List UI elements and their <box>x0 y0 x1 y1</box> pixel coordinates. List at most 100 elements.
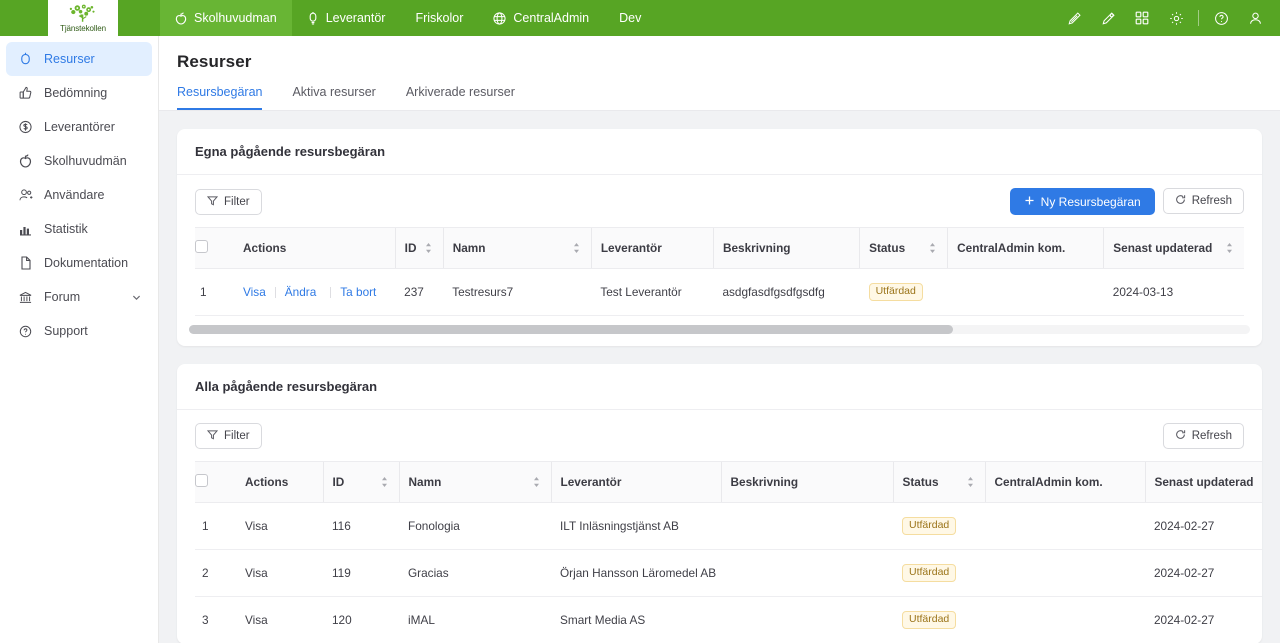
sort-icon[interactable] <box>928 242 937 254</box>
edit-link[interactable]: Ändra <box>285 285 316 299</box>
col-id[interactable]: ID <box>322 461 399 503</box>
topbar-tools <box>1057 0 1280 36</box>
col-label: ID <box>332 475 345 489</box>
table-row[interactable]: 3 Visa 120 iMAL Smart Media AS Utfärdad <box>195 596 1262 643</box>
nav-item-skolhuvudman[interactable]: Skolhuvudman <box>160 0 292 36</box>
col-senast-updaterad[interactable]: Senast updaterad <box>1144 461 1262 503</box>
nav-item-friskolor[interactable]: Friskolor <box>400 0 478 36</box>
sidebar-item-bedomning[interactable]: Bedömning <box>6 76 152 110</box>
filter-button[interactable]: Filter <box>195 423 262 449</box>
sort-icon[interactable] <box>966 476 975 488</box>
row-updaterad: 2024-03-13 <box>1103 268 1244 316</box>
pen-icon[interactable] <box>1057 0 1091 36</box>
view-link[interactable]: Visa <box>245 549 323 597</box>
col-centraladmin-kom: CentralAdmin kom. <box>947 227 1104 269</box>
filter-label: Filter <box>224 430 250 442</box>
sort-icon[interactable] <box>1260 476 1262 488</box>
delete-link[interactable]: Ta bort <box>340 285 376 299</box>
nav-label: Leverantör <box>325 11 386 25</box>
view-link[interactable]: Visa <box>245 596 323 643</box>
resource-icon <box>18 52 33 66</box>
view-link[interactable]: Visa <box>245 502 323 550</box>
sidebar-item-leverantorer[interactable]: Leverantörer <box>6 110 152 144</box>
col-senast-updaterad[interactable]: Senast updaterad <box>1103 227 1244 269</box>
tab-arkiverade-resurser[interactable]: Arkiverade resurser <box>406 85 515 110</box>
row-id: 119 <box>323 549 399 597</box>
col-status[interactable]: Status <box>859 227 948 269</box>
col-label: Beskrivning <box>730 475 799 489</box>
nav-item-leverantor[interactable]: Leverantör <box>292 0 401 36</box>
scrollbar-thumb[interactable] <box>189 325 953 334</box>
col-id[interactable]: ID <box>394 227 444 269</box>
sidebar-item-skolhuvudman[interactable]: Skolhuvudmän <box>6 144 152 178</box>
help-icon[interactable] <box>1204 0 1238 36</box>
nav-item-centraladmin[interactable]: CentralAdmin <box>478 0 604 36</box>
table-row[interactable]: 1 Visa Ändra Ta bort 237 Testresurs7 Tes… <box>195 268 1244 316</box>
row-centraladmin <box>985 596 1145 643</box>
col-label: CentralAdmin kom. <box>994 475 1103 489</box>
col-status[interactable]: Status <box>892 461 985 503</box>
sort-icon[interactable] <box>424 242 433 254</box>
sidebar-item-forum[interactable]: Forum <box>6 280 152 314</box>
action-divider <box>330 286 332 298</box>
pen-alt-icon[interactable] <box>1091 0 1125 36</box>
nav-item-dev[interactable]: Dev <box>604 0 656 36</box>
sidebar-item-support[interactable]: Support <box>6 314 152 348</box>
resursbegaran-table: Actions ID Namn Leverantör Beskrivning S… <box>195 227 1244 316</box>
sidebar-item-statistik[interactable]: Statistik <box>6 212 152 246</box>
app-logo[interactable]: Tjänstekollen <box>48 0 118 36</box>
filter-label: Filter <box>224 195 250 208</box>
sort-icon[interactable] <box>532 476 541 488</box>
col-namn[interactable]: Namn <box>398 461 551 503</box>
col-label: Leverantör <box>600 241 662 255</box>
new-button-label: Ny Resursbegäran <box>1040 194 1141 209</box>
main-content: Resurser Resursbegäran Aktiva resurser A… <box>159 36 1280 643</box>
status-badge: Utfärdad <box>902 611 957 629</box>
horizontal-scrollbar[interactable] <box>177 316 1262 346</box>
table-header-row: Actions ID Namn Leverantör Beskrivning S… <box>195 227 1244 269</box>
sidebar-item-label: Dokumentation <box>44 256 129 270</box>
sidebar-item-label: Användare <box>44 188 105 202</box>
nav-label: Skolhuvudman <box>194 11 277 25</box>
sidebar-item-dokumentation[interactable]: Dokumentation <box>6 246 152 280</box>
card-toolbar: Filter Ny Resursbegäran Refresh <box>177 175 1262 227</box>
sort-icon[interactable] <box>380 476 389 488</box>
tab-aktiva-resurser[interactable]: Aktiva resurser <box>292 85 375 110</box>
filter-button[interactable]: Filter <box>195 188 262 215</box>
user-icon[interactable] <box>1238 0 1272 36</box>
refresh-button[interactable]: Refresh <box>1162 423 1244 449</box>
card-toolbar-right: Ny Resursbegäran Refresh <box>1009 188 1244 215</box>
scrollbar-track[interactable] <box>189 325 1250 334</box>
row-leverantor[interactable]: Test Leverantör <box>591 268 714 316</box>
col-namn[interactable]: Namn <box>442 227 592 269</box>
col-label: Leverantör <box>560 475 622 489</box>
sidebar-item-anvandare[interactable]: Användare <box>6 178 152 212</box>
new-resursbegaran-button[interactable]: Ny Resursbegäran <box>1009 188 1155 215</box>
select-all-checkbox[interactable] <box>195 474 208 487</box>
row-leverantor[interactable]: Smart Media AS <box>551 596 721 643</box>
tab-resursbegaran[interactable]: Resursbegäran <box>177 85 263 110</box>
row-beskrivning <box>721 549 893 597</box>
view-link[interactable]: Visa <box>243 285 266 299</box>
refresh-label: Refresh <box>1191 195 1232 207</box>
refresh-button[interactable]: Refresh <box>1162 188 1244 214</box>
col-beskrivning: Beskrivning <box>712 227 860 269</box>
row-updaterad: 2024-02-27 <box>1145 502 1262 550</box>
sidebar-item-label: Resurser <box>44 52 95 66</box>
sort-icon[interactable] <box>1225 242 1234 254</box>
col-label: Status <box>902 475 939 489</box>
table-row[interactable]: 2 Visa 119 Gracias Örjan Hansson Läromed… <box>195 549 1262 597</box>
sort-icon[interactable] <box>572 242 581 254</box>
row-leverantor[interactable]: Örjan Hansson Läromedel AB <box>551 549 721 597</box>
table-header-row: Actions ID Namn Leverantör Beskrivning S… <box>195 461 1262 503</box>
chevron-down-icon[interactable] <box>131 292 142 303</box>
table-row[interactable]: 1 Visa 116 Fonologia ILT Inläsningstjäns… <box>195 502 1262 550</box>
lamp-icon <box>307 11 319 25</box>
row-leverantor[interactable]: ILT Inläsningstjänst AB <box>551 502 721 550</box>
gear-icon[interactable] <box>1159 0 1193 36</box>
grid-icon[interactable] <box>1125 0 1159 36</box>
refresh-label: Refresh <box>1191 430 1232 442</box>
sidebar-item-resurser[interactable]: Resurser <box>6 42 152 76</box>
row-index: 3 <box>195 596 245 643</box>
select-all-checkbox[interactable] <box>195 240 208 253</box>
